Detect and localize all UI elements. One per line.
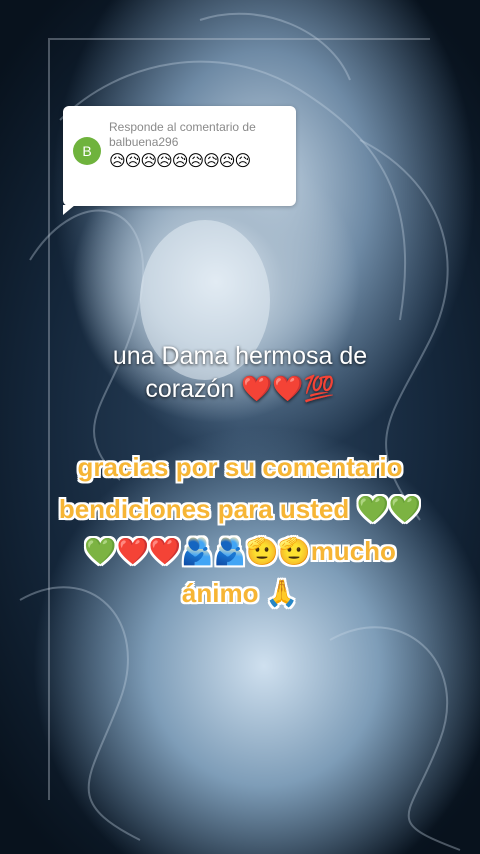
reply-emojis: 😥😥😥😥😥😥😥😥😥 xyxy=(109,153,251,170)
caption-highlight-line-3: 💚❤️❤️🫂🫂🫡🫡mucho xyxy=(84,536,396,566)
avatar[interactable]: B xyxy=(73,137,101,165)
caption-highlight-line-1: gracias por su comentario xyxy=(77,452,403,482)
caption-highlight-line-2: bendiciones para usted 💚💚 xyxy=(58,494,422,524)
caption-line-2: corazón ❤️❤️💯 xyxy=(145,375,335,403)
caption-line-1: una Dama hermosa de xyxy=(112,342,368,370)
reply-title: Responde al comentario de balbuena296 xyxy=(109,120,256,149)
caption-highlight-line-4: ánimo 🙏 xyxy=(181,578,299,608)
caption-highlight: gracias por su comentario bendiciones pa… xyxy=(0,446,480,614)
reply-content: Responde al comentario de balbuena296 😥😥… xyxy=(109,120,289,172)
comment-reply-card[interactable]: B Responde al comentario de balbuena296 … xyxy=(63,106,296,215)
caption-primary: una Dama hermosa de corazón ❤️❤️💯 xyxy=(0,340,480,406)
